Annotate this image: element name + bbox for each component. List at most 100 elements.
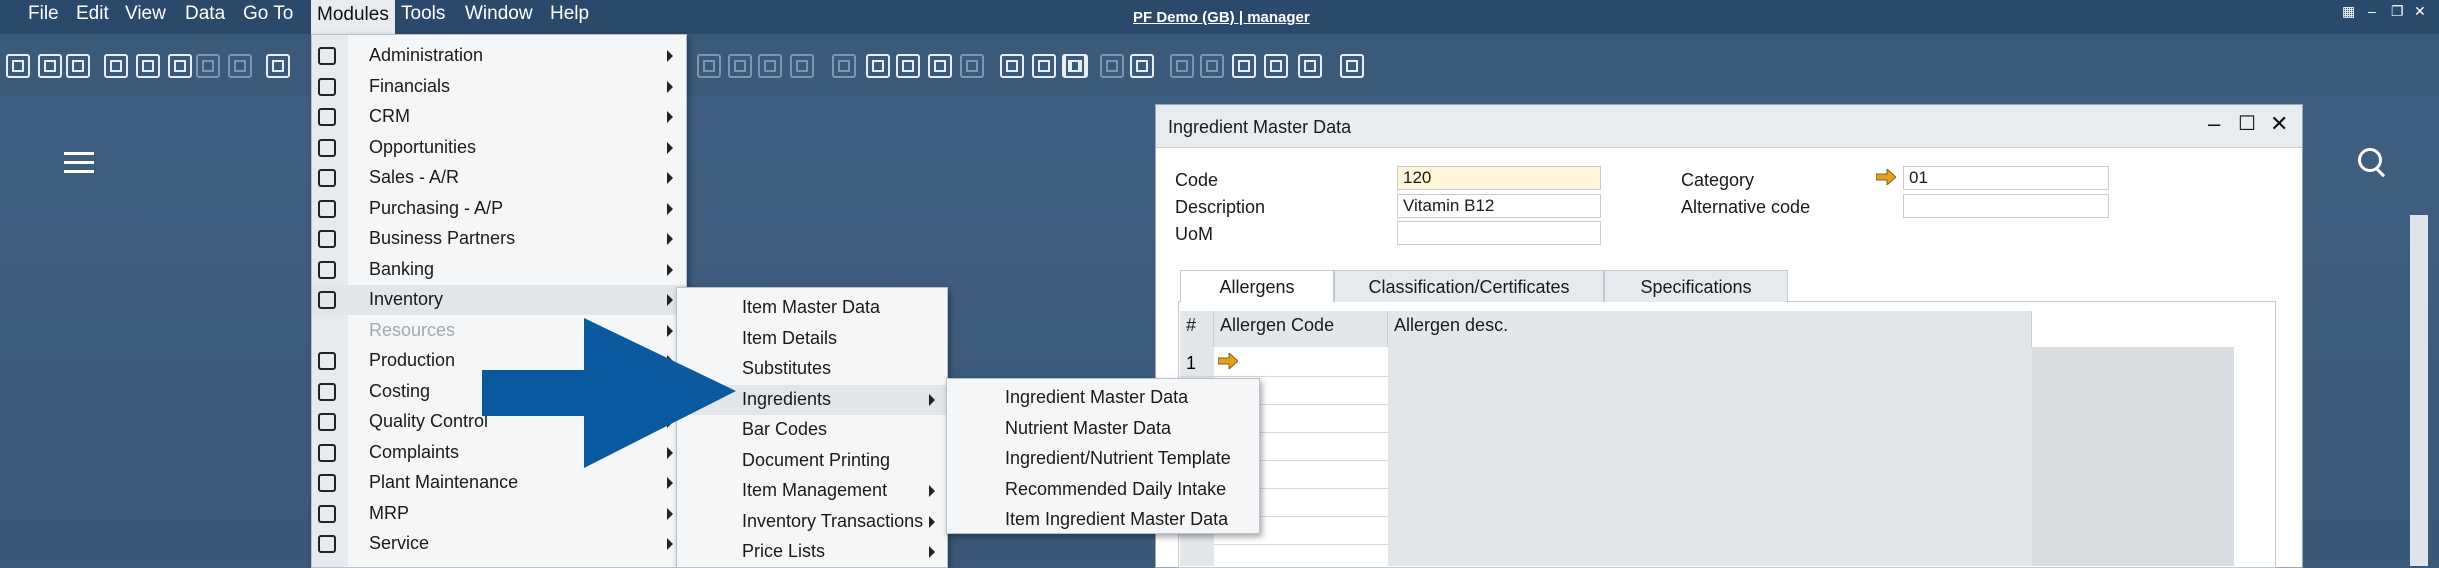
window-titlebar[interactable]: Ingredient Master Data – ☐ ✕	[1156, 105, 2302, 148]
menu-file[interactable]: File	[28, 3, 59, 25]
form-settings-icon[interactable]	[896, 54, 920, 78]
copy-icon[interactable]	[136, 54, 160, 78]
search-icon[interactable]	[2358, 148, 2382, 172]
menu-view[interactable]: View	[125, 3, 166, 25]
menu-help[interactable]: Help	[550, 3, 589, 25]
submenu-item-label: Ingredients	[742, 388, 832, 409]
tab-allergens[interactable]: Allergens	[1180, 270, 1334, 302]
refresh-icon[interactable]	[1170, 54, 1194, 78]
leaf-icon	[318, 382, 336, 401]
chevron-right-icon	[667, 507, 673, 520]
clock-icon[interactable]	[1000, 54, 1024, 78]
menu-data[interactable]: Data	[185, 3, 225, 25]
menu-item-opportunities[interactable]: Opportunities	[312, 133, 686, 163]
expand-icon[interactable]	[1232, 54, 1256, 78]
submenu-item-ingredient-master-data[interactable]: Ingredient Master Data	[947, 383, 1259, 413]
menu-item-banking[interactable]: Banking	[312, 255, 686, 285]
settings-icon[interactable]	[866, 54, 890, 78]
pdf-icon[interactable]	[228, 54, 252, 78]
menu-item-business-partners[interactable]: Business Partners	[312, 224, 686, 254]
menu-item-plant-maintenance[interactable]: Plant Maintenance	[312, 468, 686, 498]
chevron-right-icon	[667, 172, 673, 184]
close-icon[interactable]: ✕	[2414, 3, 2426, 20]
category-field[interactable]: 01	[1903, 166, 2109, 190]
submenu-item-item-management[interactable]: Item Management	[677, 476, 947, 506]
grid-header-allergen-desc[interactable]: Allergen desc.	[1388, 311, 2032, 347]
alternative-code-field[interactable]	[1903, 194, 2109, 218]
code-field[interactable]: 120	[1397, 166, 1601, 190]
table-row-allergen-code[interactable]	[1214, 347, 1388, 377]
help-icon[interactable]	[1340, 54, 1364, 78]
submenu-item-item-ingredient-master-data[interactable]: Item Ingredient Master Data	[947, 505, 1259, 535]
chevron-right-icon	[667, 80, 673, 93]
tab-classification-certificates[interactable]: Classification/Certificates	[1334, 270, 1604, 302]
uom-field[interactable]	[1397, 221, 1601, 245]
globe-icon[interactable]	[1298, 54, 1322, 78]
dollar-icon[interactable]	[697, 54, 721, 78]
send-icon[interactable]	[104, 54, 128, 78]
chevron-right-icon	[667, 294, 673, 306]
minimize-icon[interactable]: –	[2208, 111, 2220, 137]
menu-item-financials[interactable]: Financials	[312, 72, 686, 102]
excel-icon[interactable]	[168, 54, 192, 78]
description-field[interactable]: Vitamin B12	[1397, 194, 1601, 218]
close-icon[interactable]: ✕	[2270, 111, 2288, 137]
menu-item-label: Banking	[369, 258, 435, 279]
scale-icon[interactable]	[728, 54, 752, 78]
restore-icon[interactable]: ❐	[2391, 3, 2404, 20]
link-arrow-icon[interactable]	[1876, 169, 1896, 185]
hamburger-menu-icon[interactable]	[64, 152, 94, 174]
boxes-icon	[318, 291, 336, 309]
menu-item-mrp[interactable]: MRP	[312, 499, 686, 529]
layout-icon[interactable]	[1200, 54, 1224, 78]
grid-icon[interactable]	[758, 54, 782, 78]
menu-item-crm[interactable]: CRM	[312, 102, 686, 132]
menu-item-sales-a-r[interactable]: Sales - A/R	[312, 163, 686, 193]
menu-tools[interactable]: Tools	[401, 3, 445, 25]
table-row[interactable]	[1214, 545, 1388, 566]
alternative-code-label: Alternative code	[1681, 197, 1811, 217]
menu-item-administration[interactable]: Administration	[312, 41, 686, 71]
chevron-right-icon	[667, 477, 673, 489]
link-arrow-icon[interactable]	[1218, 353, 1238, 369]
calculator-icon[interactable]	[1064, 54, 1088, 78]
submenu-item-nutrient-master-data[interactable]: Nutrient Master Data	[947, 414, 1259, 444]
menu-goto[interactable]: Go To	[243, 3, 293, 25]
move-icon[interactable]	[266, 54, 290, 78]
tab-specifications[interactable]: Specifications	[1604, 270, 1788, 302]
tools-icon	[318, 474, 336, 492]
menu-window[interactable]: Window	[465, 3, 533, 25]
people-icon	[318, 108, 336, 126]
submenu-item-recommended-daily-intake[interactable]: Recommended Daily Intake	[947, 475, 1259, 505]
grid-header-allergen-code[interactable]: Allergen Code	[1214, 311, 1388, 347]
menu-modules[interactable]: Modules	[311, 0, 395, 34]
menu-item-label: Business Partners	[369, 228, 516, 248]
minimize-icon[interactable]: –	[2368, 3, 2376, 19]
submenu-item-label: Item Ingredient Master Data	[1005, 509, 1229, 529]
user-icon[interactable]	[1130, 54, 1154, 78]
edit-icon[interactable]	[832, 54, 856, 78]
submenu-item-inventory-transactions[interactable]: Inventory Transactions	[677, 507, 947, 537]
message-icon[interactable]	[928, 54, 952, 78]
scrollbar[interactable]	[2410, 215, 2428, 566]
print-preview-icon[interactable]	[66, 54, 90, 78]
settings-icon[interactable]: ▦	[2342, 3, 2355, 20]
print-icon[interactable]	[38, 54, 62, 78]
word-icon[interactable]	[196, 54, 220, 78]
notes-icon[interactable]	[1100, 54, 1124, 78]
submenu-item-ingredient-nutrient-template[interactable]: Ingredient/Nutrient Template	[947, 444, 1259, 474]
menu-item-service[interactable]: Service	[312, 529, 686, 559]
menu-item-label: Purchasing - A/P	[369, 197, 504, 218]
submenu-item-price-lists[interactable]: Price Lists	[677, 537, 947, 567]
chart-icon[interactable]	[1264, 54, 1288, 78]
maximize-icon[interactable]: ☐	[2238, 111, 2256, 136]
timer-icon[interactable]	[1032, 54, 1056, 78]
grid-header-number: #	[1180, 311, 1214, 347]
menu-item-purchasing-a-p[interactable]: Purchasing - A/P	[312, 194, 686, 224]
search-icon[interactable]	[6, 54, 30, 78]
chevron-right-icon	[929, 515, 935, 528]
find-icon[interactable]	[790, 54, 814, 78]
chat-icon[interactable]	[960, 54, 984, 78]
menu-item-inventory[interactable]: Inventory	[312, 285, 686, 315]
menu-edit[interactable]: Edit	[76, 3, 109, 25]
